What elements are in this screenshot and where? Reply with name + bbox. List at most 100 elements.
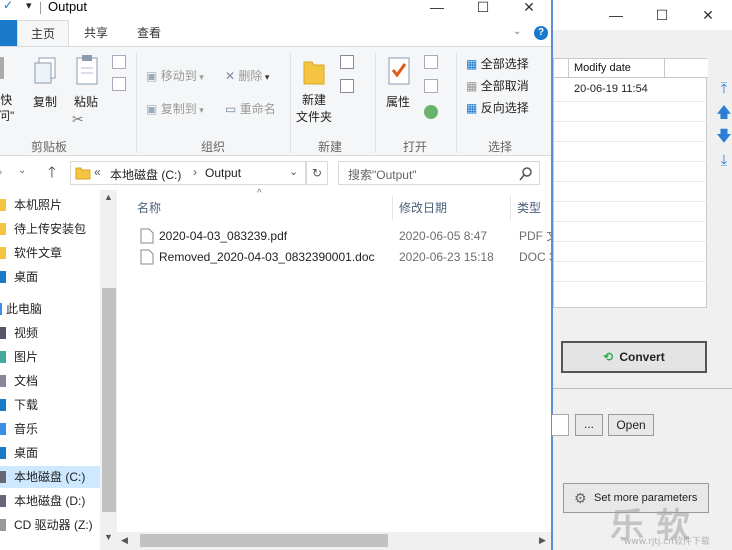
scroll-left-icon[interactable]: ◀ [121, 535, 128, 546]
easy-access-icon[interactable] [340, 79, 354, 93]
nav-item-label: 下载 [14, 398, 39, 412]
modified-column-header[interactable]: 修改日期 [399, 199, 447, 216]
recent-locations-icon[interactable]: ⌄ [18, 165, 26, 176]
nav-item-label: 本机照片 [14, 198, 63, 212]
search-input[interactable]: 搜索"Output" [348, 166, 417, 183]
converter-window: — ☐ ✕ Modify date 20-06-19 11:54 ⤒ 🡅 🡇 ⤓… [549, 0, 732, 550]
properties-button[interactable]: 属性 [386, 93, 410, 110]
move-up-icon[interactable]: 🡅 [715, 104, 732, 122]
tab-share[interactable]: 共享 [84, 20, 108, 46]
select-all-button[interactable]: ▦ 全部选择 [466, 55, 529, 72]
converter-close-button[interactable]: ✕ [685, 0, 731, 30]
paste-icon[interactable] [74, 54, 100, 86]
copy-path-icon[interactable] [112, 55, 126, 69]
file-row[interactable]: Removed_2020-04-03_0832390001.doc 2020-0… [140, 247, 551, 267]
breadcrumb-drive[interactable]: 本地磁盘 (C:) [110, 166, 181, 183]
output-path-input[interactable] [549, 414, 569, 436]
open-button[interactable]: Open [608, 414, 654, 436]
pin-icon[interactable] [0, 57, 4, 79]
file-row[interactable]: 2020-04-03_083239.pdf 2020-06-05 8:47 PD… [140, 226, 551, 246]
copy-to-icon: ▣ [146, 102, 158, 116]
breadcrumb-overflow[interactable]: « [94, 165, 101, 179]
converter-maximize-button[interactable]: ☐ [639, 0, 685, 30]
check-icon[interactable]: ✓ [3, 0, 13, 12]
up-arrow-icon[interactable]: 🡑 [48, 162, 56, 187]
navigation-pane: 本机照片 待上传安装包 软件文章 桌面 此电脑 视频 图片 文档 下载 音乐 桌… [0, 190, 100, 550]
copy-icon[interactable] [33, 56, 57, 86]
address-bar[interactable]: « 本地磁盘 (C:) › Output ⌄ [70, 161, 306, 185]
forward-icon[interactable]: › [0, 164, 2, 179]
rename-button[interactable]: ▭ 重命名 [225, 100, 276, 117]
tab-view[interactable]: 查看 [137, 20, 161, 46]
converter-file-list[interactable]: Modify date 20-06-19 11:54 [553, 58, 708, 308]
nav-item[interactable]: 桌面 [0, 266, 100, 288]
invert-selection-button[interactable]: ▦ 反向选择 [466, 99, 529, 116]
move-to-icon: ▣ [146, 69, 158, 83]
select-none-button[interactable]: ▦ 全部取消 [466, 77, 529, 94]
copy-to-button[interactable]: ▣ 复制到 ▾ [146, 100, 204, 117]
modify-date-column-header[interactable]: Modify date [574, 62, 631, 74]
scroll-down-icon[interactable]: ▼ [104, 532, 113, 542]
cut-icon[interactable]: ✂ [72, 111, 84, 128]
quick-access-dropdown-icon[interactable]: ▾ [26, 0, 32, 12]
nav-item[interactable]: 图片 [0, 346, 100, 368]
nav-item[interactable]: 文档 [0, 370, 100, 392]
paste-shortcut-icon[interactable] [112, 77, 126, 91]
paste-button[interactable]: 粘贴 [74, 93, 98, 110]
search-box[interactable]: 搜索"Output" [338, 161, 540, 185]
type-column-header[interactable]: 类型 [517, 199, 541, 216]
help-icon[interactable]: ? [534, 26, 548, 40]
close-button[interactable]: ✕ [506, 0, 551, 22]
list-item-modify-date[interactable]: 20-06-19 11:54 [574, 83, 648, 95]
tab-file[interactable] [0, 20, 17, 46]
new-folder-label[interactable]: 新建 [302, 91, 326, 108]
nav-item-this-pc[interactable]: 此电脑 [0, 298, 100, 320]
sort-indicator-icon: ^ [257, 188, 262, 199]
new-item-icon[interactable] [340, 55, 354, 69]
new-folder-icon[interactable] [302, 56, 326, 86]
scroll-right-icon[interactable]: ▶ [539, 535, 546, 546]
ribbon-expand-icon[interactable]: ⌄ [513, 26, 521, 37]
edit-icon[interactable] [424, 79, 438, 93]
maximize-button[interactable]: ☐ [460, 0, 506, 22]
nav-item[interactable]: 桌面 [0, 442, 100, 464]
move-to-bottom-icon[interactable]: ⤓ [715, 152, 732, 170]
converter-minimize-button[interactable]: — [593, 0, 639, 30]
file-name: 2020-04-03_083239.pdf [159, 229, 288, 243]
refresh-icon[interactable]: ↻ [306, 161, 328, 185]
name-column-header[interactable]: 名称 [137, 199, 161, 216]
nav-item[interactable]: 待上传安装包 [0, 218, 100, 240]
move-down-icon[interactable]: 🡇 [715, 128, 732, 146]
nav-item[interactable]: 本机照片 [0, 194, 100, 216]
breadcrumb-output[interactable]: Output [205, 166, 241, 180]
nav-scrollbar-thumb[interactable] [102, 288, 116, 512]
nav-item[interactable]: 视频 [0, 322, 100, 344]
ribbon: "快 问" 复制 粘贴 ✂ 剪贴板 ▣ 移动到 ▾ ▣ 复制到 ▾ ✕ [0, 46, 551, 156]
open-icon[interactable] [424, 55, 438, 69]
nav-item[interactable]: 音乐 [0, 418, 100, 440]
nav-item[interactable]: CD 驱动器 (Z:) [0, 514, 100, 536]
nav-item[interactable]: 软件文章 [0, 242, 100, 264]
file-list-scrollbar-thumb[interactable] [140, 534, 388, 547]
nav-item-selected[interactable]: 本地磁盘 (C:) [0, 466, 100, 488]
nav-item[interactable]: 下载 [0, 394, 100, 416]
browse-button[interactable]: ... [575, 414, 603, 436]
nav-item[interactable]: 本地磁盘 (D:) [0, 490, 100, 512]
properties-icon[interactable] [387, 56, 411, 86]
file-name: Removed_2020-04-03_0832390001.doc [159, 250, 375, 264]
address-dropdown-icon[interactable]: ⌄ [289, 165, 298, 178]
move-to-top-icon[interactable]: ⤒ [715, 80, 732, 98]
move-to-button[interactable]: ▣ 移动到 ▾ [146, 67, 204, 84]
copy-button[interactable]: 复制 [33, 93, 57, 110]
tab-home[interactable]: 主页 [17, 20, 69, 46]
pin-quick-access-label[interactable]: "快 [0, 91, 12, 108]
convert-button[interactable]: ⟲ Convert [561, 341, 707, 373]
delete-button[interactable]: ✕ 删除 ▾ [225, 67, 269, 84]
scroll-up-icon[interactable]: ▲ [104, 192, 113, 202]
copy-to-label: 复制到 [160, 102, 197, 116]
invert-selection-icon: ▦ [466, 101, 478, 115]
history-icon[interactable] [424, 105, 438, 119]
nav-item-label: 桌面 [14, 446, 39, 460]
search-icon[interactable] [519, 167, 533, 181]
minimize-button[interactable]: — [414, 0, 460, 22]
